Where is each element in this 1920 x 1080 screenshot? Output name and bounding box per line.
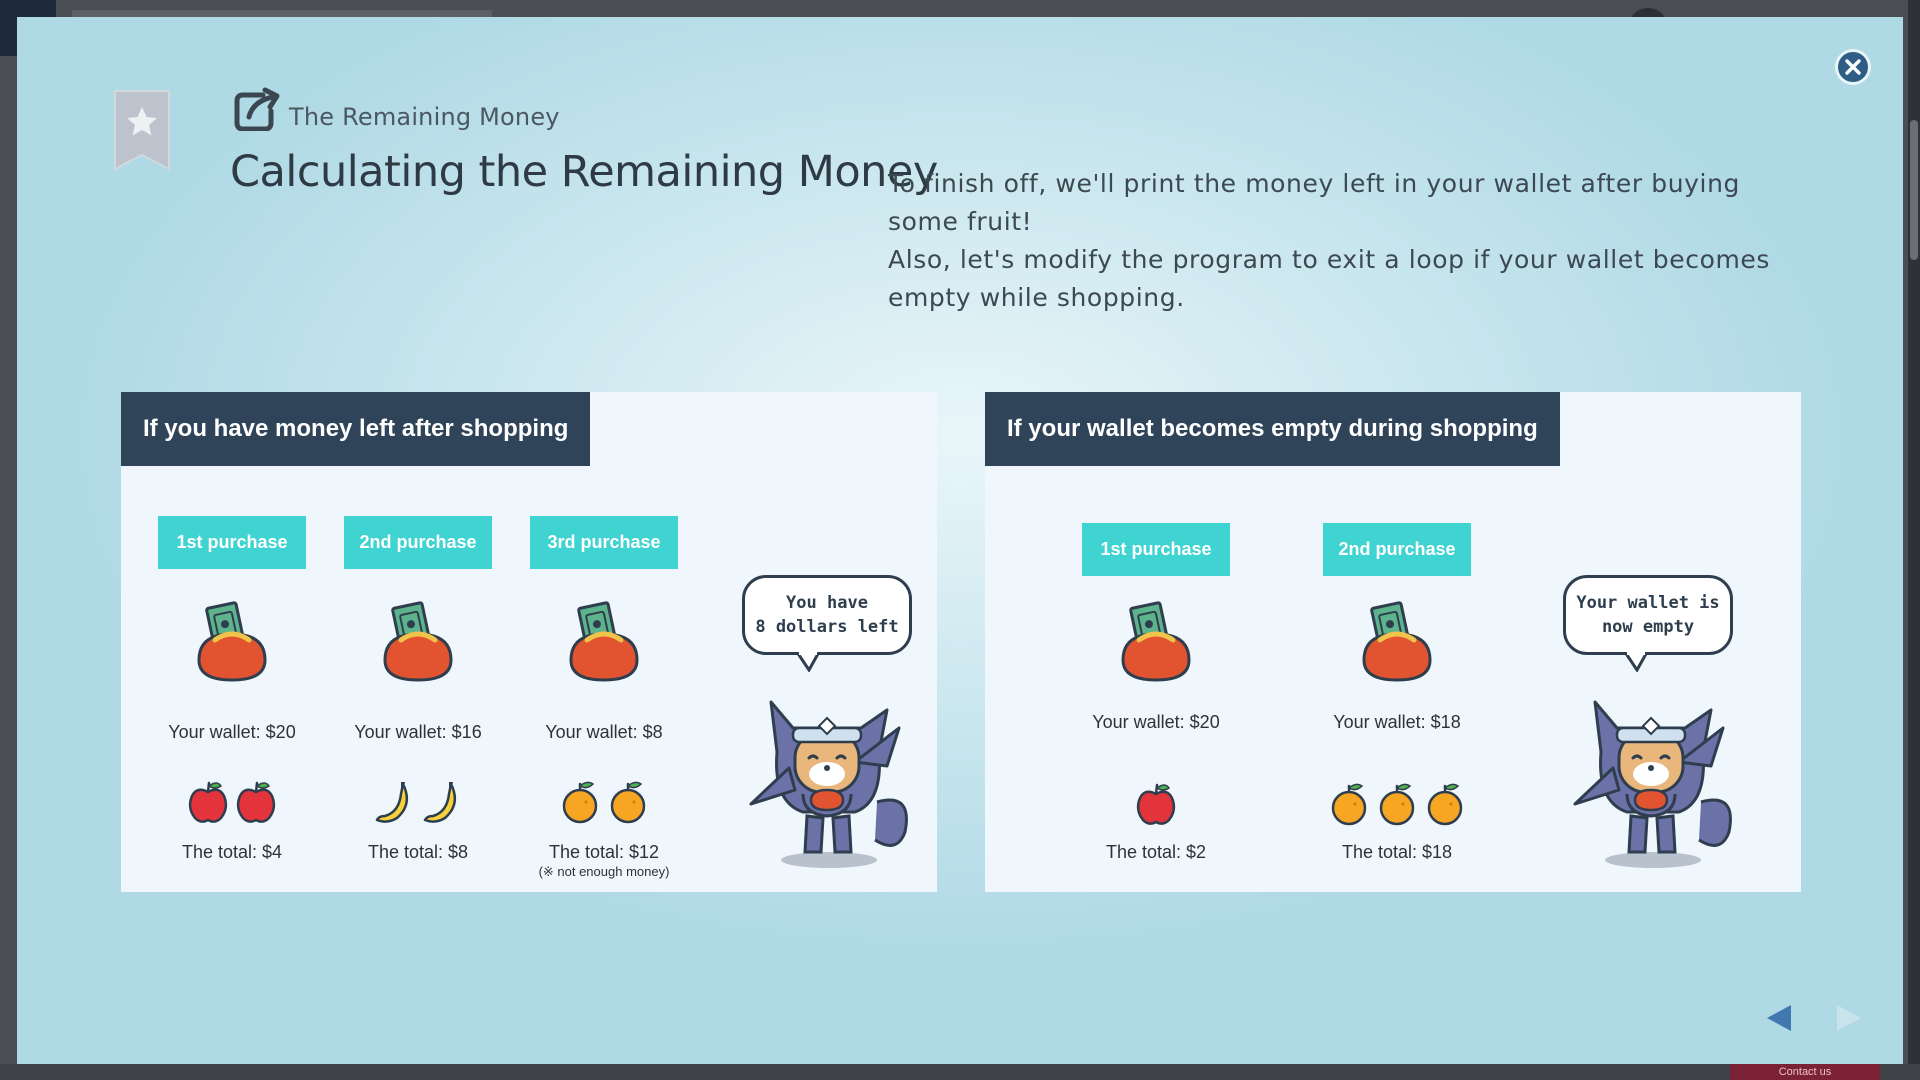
orange-icon xyxy=(610,781,646,824)
purchase-total: The total: $12 xyxy=(548,842,660,862)
purchase-column: 1st purchase Your wallet: $20 The total:… xyxy=(1061,392,1251,892)
purchase-column: 2nd purchase Your wallet: $18 The total:… xyxy=(1302,392,1492,892)
purchase-note: (※ not enough money) xyxy=(538,864,670,879)
wallet-amount: Your wallet: $20 xyxy=(168,722,296,742)
bubble-line-2: now empty xyxy=(1601,617,1695,637)
purchase-column: 1st purchase Your wallet: $20 The total:… xyxy=(137,392,327,892)
intro-line-1: To finish off, we'll print the money lef… xyxy=(888,169,1741,236)
purchase-column: 3rd purchase Your wallet: $8 The total: … xyxy=(509,392,699,892)
orange-icon xyxy=(1427,783,1463,826)
arrow-left-icon[interactable] xyxy=(1765,1003,1795,1033)
apple-icon xyxy=(1136,783,1176,825)
purchase-total: The total: $18 xyxy=(1341,842,1453,862)
close-icon xyxy=(1845,59,1861,75)
speech-bubble: Your wallet is now empty xyxy=(1563,575,1733,655)
ninja-mascot-icon xyxy=(749,700,908,868)
purchase-badge: 3rd purchase xyxy=(530,516,678,569)
speech-bubble: You have 8 dollars left xyxy=(742,575,912,655)
apple-icon xyxy=(188,781,228,823)
speech-bubble-tail xyxy=(1625,652,1649,672)
purchase-total: The total: $8 xyxy=(367,842,469,862)
panel-money-left: If you have money left after shopping 1s… xyxy=(121,392,937,892)
speech-bubble-tail xyxy=(797,652,821,672)
external-link-icon[interactable] xyxy=(233,87,281,131)
slide-modal: The Remaining Money Calculating the Rema… xyxy=(17,17,1903,1064)
lesson-name: The Remaining Money xyxy=(289,103,560,131)
purchase-total: The total: $2 xyxy=(1105,842,1207,862)
wallet-amount: Your wallet: $18 xyxy=(1333,712,1461,732)
wallet-amount: Your wallet: $16 xyxy=(354,722,482,742)
orange-icon xyxy=(562,781,598,824)
wallet-icon xyxy=(569,601,639,682)
page-scrollbar[interactable] xyxy=(1908,0,1920,1064)
arrow-right-icon[interactable] xyxy=(1833,1003,1863,1033)
ninja-mascot-icon xyxy=(1573,700,1732,868)
purchase-total: The total: $4 xyxy=(181,842,283,862)
bookmark-star-icon[interactable] xyxy=(113,89,171,171)
banana-icon xyxy=(423,782,457,823)
wallet-amount: Your wallet: $8 xyxy=(545,722,663,742)
fruit-row xyxy=(509,778,699,824)
intro-line-2: Also, let's modify the program to exit a… xyxy=(888,245,1771,312)
page-title: Calculating the Remaining Money xyxy=(230,147,938,197)
fruit-row xyxy=(1061,780,1251,826)
purchase-column: 2nd purchase Your wallet: $16 The total:… xyxy=(323,392,513,892)
fruit-row xyxy=(1302,780,1492,826)
bubble-line-1: You have xyxy=(786,593,868,613)
fruit-row xyxy=(137,778,327,824)
bubble-line-2: 8 dollars left xyxy=(755,617,899,637)
apple-icon xyxy=(236,781,276,823)
purchase-badge: 2nd purchase xyxy=(344,516,492,569)
bubble-line-1: Your wallet is xyxy=(1576,593,1720,613)
wallet-icon xyxy=(1121,601,1191,682)
background-bottom-bar xyxy=(0,1064,1920,1080)
wallet-icon xyxy=(1362,601,1432,682)
purchase-badge: 2nd purchase xyxy=(1323,523,1471,576)
banana-icon xyxy=(375,782,409,823)
scrollbar-thumb[interactable] xyxy=(1910,120,1918,260)
orange-icon xyxy=(1331,783,1367,826)
intro-text: To finish off, we'll print the money lef… xyxy=(888,165,1788,317)
purchase-badge: 1st purchase xyxy=(1082,523,1230,576)
close-button[interactable] xyxy=(1835,49,1871,85)
wallet-icon xyxy=(197,601,267,682)
fruit-row xyxy=(323,778,513,824)
orange-icon xyxy=(1379,783,1415,826)
purchase-badge: 1st purchase xyxy=(158,516,306,569)
wallet-amount: Your wallet: $20 xyxy=(1092,712,1220,732)
wallet-icon xyxy=(383,601,453,682)
panel-wallet-empty: If your wallet becomes empty during shop… xyxy=(985,392,1801,892)
contact-us-button[interactable]: Contact us xyxy=(1730,1064,1880,1080)
